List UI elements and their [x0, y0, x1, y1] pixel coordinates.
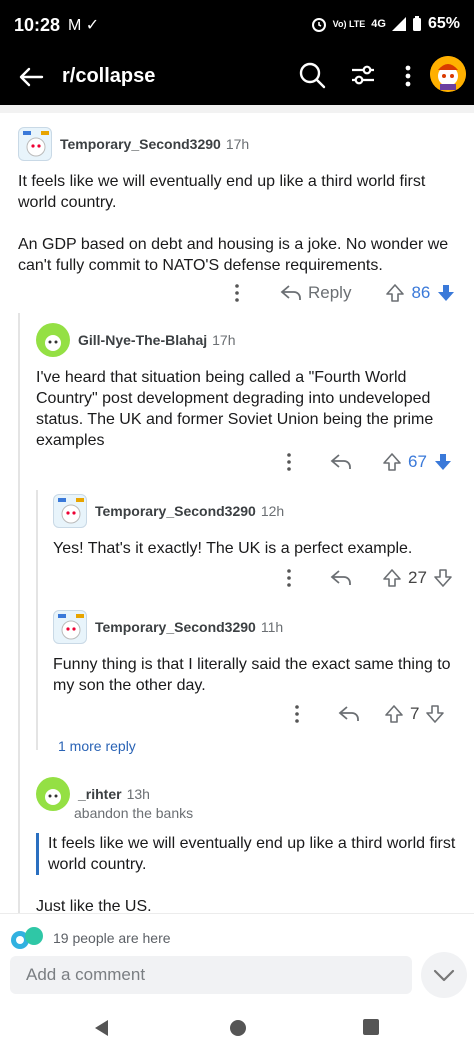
- comment-header: Temporary_Second3290 17h: [18, 127, 464, 161]
- status-right: Vo) LTE 4G 65%: [311, 15, 460, 33]
- comment-body: Just like the US.: [36, 898, 152, 913]
- downvote-icon[interactable]: [433, 452, 453, 472]
- reply-icon: [280, 285, 301, 300]
- comment: Gill-Nye-The-Blahaj 17h I've heard that …: [36, 323, 462, 451]
- avatar[interactable]: [53, 494, 87, 528]
- comment-body: Funny thing is that I literally said the…: [53, 656, 451, 694]
- reply-icon[interactable]: [338, 705, 360, 723]
- comment-time: 17h: [212, 332, 236, 348]
- vote-score: 27: [408, 568, 427, 587]
- nav-recents-icon[interactable]: [362, 1018, 380, 1036]
- upvote-icon[interactable]: [382, 452, 402, 472]
- avatar[interactable]: [36, 777, 70, 811]
- author-name[interactable]: Temporary_Second3290: [60, 136, 221, 152]
- vote-control: 7: [384, 704, 445, 724]
- subreddit-title: r/collapse: [62, 65, 156, 87]
- avatar[interactable]: [36, 323, 70, 357]
- vote-score: 67: [408, 452, 427, 471]
- battery-percent: 65%: [427, 15, 460, 32]
- downvote-icon[interactable]: [425, 704, 445, 724]
- presence-indicator: 19 people are here: [10, 926, 171, 950]
- comment: _rihter 13h abandon the banks It feels l…: [36, 777, 462, 913]
- filter-icon[interactable]: [350, 62, 376, 88]
- comment-body: I've heard that situation being called a…: [36, 369, 434, 449]
- alarm-icon: [311, 18, 326, 32]
- more-vertical-icon[interactable]: [398, 62, 418, 90]
- comment-feed: Temporary_Second3290 17h It feels like w…: [0, 105, 474, 913]
- status-bar: 10:28 M ✓ Vo) LTE 4G 65%: [0, 0, 474, 50]
- signal-icon: [391, 17, 406, 31]
- author-name[interactable]: Gill-Nye-The-Blahaj: [78, 332, 207, 348]
- comment-header: Gill-Nye-The-Blahaj 17h: [36, 323, 462, 357]
- reply-button[interactable]: Reply: [280, 283, 351, 303]
- user-flair: abandon the banks: [74, 805, 194, 821]
- comment-time: 13h: [126, 786, 150, 802]
- comment-body: It feels like we will eventually end up …: [18, 173, 449, 274]
- system-nav-bar: [0, 1003, 474, 1053]
- comment-composer-bar: 19 people are here Add a comment: [0, 913, 474, 1003]
- author-name[interactable]: Temporary_Second3290: [95, 503, 256, 519]
- more-options-icon[interactable]: [288, 703, 306, 725]
- downvote-icon[interactable]: [433, 568, 453, 588]
- add-comment-input[interactable]: Add a comment: [10, 956, 412, 994]
- avatar[interactable]: [53, 610, 87, 644]
- upvote-icon[interactable]: [384, 704, 404, 724]
- avatar[interactable]: [18, 127, 52, 161]
- author-name[interactable]: Temporary_Second3290: [95, 619, 256, 635]
- comment: Temporary_Second3290 17h It feels like w…: [18, 127, 464, 276]
- status-time: 10:28: [14, 15, 61, 35]
- comment-time: 17h: [225, 136, 250, 152]
- battery-icon: [412, 16, 421, 31]
- more-options-icon[interactable]: [280, 451, 298, 473]
- comment-header: Temporary_Second3290 12h: [53, 494, 464, 528]
- comment-time: 11h: [260, 619, 284, 635]
- collapse-button[interactable]: [421, 952, 467, 998]
- thread-line: [18, 313, 20, 913]
- comment: Temporary_Second3290 12h Yes! That's it …: [53, 494, 464, 559]
- comment-actions: 67: [280, 451, 464, 473]
- author-name[interactable]: _rihter: [78, 786, 122, 802]
- nav-back-icon[interactable]: [92, 1018, 110, 1038]
- lte-indicator: Vo) LTE: [332, 18, 366, 29]
- network-type: 4G: [371, 18, 386, 30]
- comment-quote: It feels like we will eventually end up …: [36, 833, 462, 875]
- back-arrow-icon[interactable]: [16, 62, 46, 92]
- downvote-icon[interactable]: [436, 283, 456, 303]
- comment-actions: 7: [288, 703, 464, 725]
- reply-icon[interactable]: [330, 453, 352, 471]
- comment-actions: 27: [280, 567, 464, 589]
- vote-control: 67: [382, 452, 453, 472]
- reply-icon[interactable]: [330, 569, 352, 587]
- thread-line: [36, 490, 38, 750]
- presence-avatars-icon: [10, 926, 46, 950]
- nav-home-icon[interactable]: [228, 1018, 248, 1038]
- more-replies-link[interactable]: 1 more reply: [58, 738, 136, 754]
- comment-header: Temporary_Second3290 11h: [53, 610, 464, 644]
- comment-body: Yes! That's it exactly! The UK is a perf…: [53, 540, 413, 557]
- comment-time: 12h: [260, 503, 285, 519]
- comment: Temporary_Second3290 11h Funny thing is …: [53, 610, 464, 696]
- upvote-icon[interactable]: [385, 283, 405, 303]
- upvote-icon[interactable]: [382, 568, 402, 588]
- more-options-icon[interactable]: [280, 567, 298, 589]
- comment-actions: Reply 86: [228, 282, 464, 304]
- vote-score: 86: [411, 283, 431, 302]
- presence-text: 19 people are here: [53, 930, 171, 946]
- vote-score: 7: [410, 704, 420, 723]
- app-bar: r/collapse: [0, 50, 474, 105]
- vote-control: 27: [382, 568, 453, 588]
- notification-icons: M ✓: [68, 17, 100, 34]
- chevron-down-icon: [433, 969, 455, 982]
- more-options-icon[interactable]: [228, 282, 246, 304]
- user-avatar[interactable]: [430, 56, 466, 92]
- vote-control: 86: [385, 283, 456, 303]
- reply-label: Reply: [308, 283, 352, 302]
- search-icon[interactable]: [298, 61, 326, 89]
